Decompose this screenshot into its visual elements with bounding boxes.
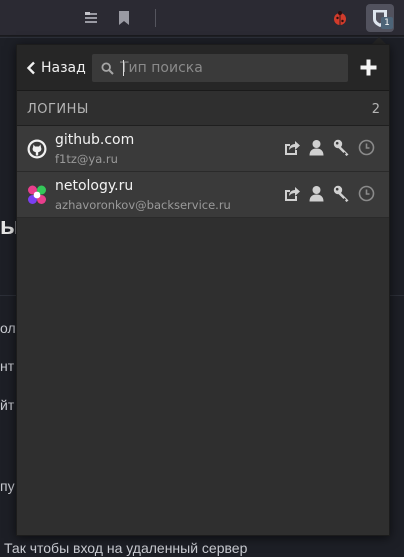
bookmark-icon[interactable] <box>115 9 133 27</box>
login-row-github[interactable]: github.com f1tz@ya.ru <box>17 126 389 172</box>
user-icon <box>309 140 324 156</box>
chevron-left-icon <box>26 61 35 75</box>
section-title: ЛОГИНЫ <box>27 102 89 117</box>
login-title: netology.ru <box>55 178 134 194</box>
section-count: 2 <box>371 102 380 117</box>
login-row-netology[interactable]: netology.ru azhavoronkov@backservice.ru <box>17 172 389 218</box>
github-icon <box>27 139 47 159</box>
bg-text-fragment: ол <box>0 320 16 336</box>
search-box[interactable] <box>92 54 348 82</box>
browser-toolbar: 1 <box>0 0 404 36</box>
search-icon <box>101 61 114 75</box>
login-actions <box>283 139 383 156</box>
launch-button[interactable] <box>283 139 300 156</box>
bg-text-fragment: нт <box>0 358 15 374</box>
bg-text-fragment: йт <box>0 397 15 413</box>
bg-divider <box>0 37 404 38</box>
copy-username-button[interactable] <box>308 185 325 202</box>
popup-header: Назад <box>17 45 389 91</box>
copy-totp-button[interactable] <box>358 139 375 156</box>
back-button[interactable]: Назад <box>26 57 86 79</box>
ladybug-extension-icon[interactable] <box>331 9 349 27</box>
extension-badge-count: 1 <box>381 17 393 29</box>
back-button-label: Назад <box>41 60 86 76</box>
copy-username-button[interactable] <box>308 139 325 156</box>
logins-section-header: ЛОГИНЫ 2 <box>17 92 389 126</box>
reader-view-icon[interactable] <box>82 9 100 27</box>
bg-text-fragment: пу <box>0 478 15 494</box>
copy-password-button[interactable] <box>333 139 350 156</box>
toolbar-separator <box>155 9 156 27</box>
copy-totp-button[interactable] <box>358 185 375 202</box>
clock-icon <box>358 139 375 156</box>
clock-icon <box>358 185 375 202</box>
launch-button[interactable] <box>283 185 300 202</box>
key-icon <box>333 185 349 202</box>
copy-password-button[interactable] <box>333 185 350 202</box>
login-actions <box>283 185 383 202</box>
login-title: github.com <box>55 132 135 148</box>
user-icon <box>309 186 324 202</box>
share-arrow-icon <box>285 141 300 155</box>
password-manager-popup: Назад ЛОГИНЫ 2 <box>16 44 390 536</box>
text-cursor <box>123 60 124 76</box>
login-list: github.com f1tz@ya.ru netology.ru azhavo… <box>17 126 389 218</box>
key-icon <box>333 139 349 156</box>
plus-icon <box>360 59 377 76</box>
popup-arrow <box>372 37 386 44</box>
share-arrow-icon <box>285 187 300 201</box>
login-username: azhavoronkov@backservice.ru <box>55 198 231 212</box>
search-input[interactable] <box>120 54 348 82</box>
login-username: f1tz@ya.ru <box>55 152 118 166</box>
netology-logo-icon <box>27 185 47 205</box>
bg-text-fragment: Так чтобы вход на удаленный сервер <box>4 540 248 556</box>
add-login-button[interactable] <box>360 59 377 76</box>
